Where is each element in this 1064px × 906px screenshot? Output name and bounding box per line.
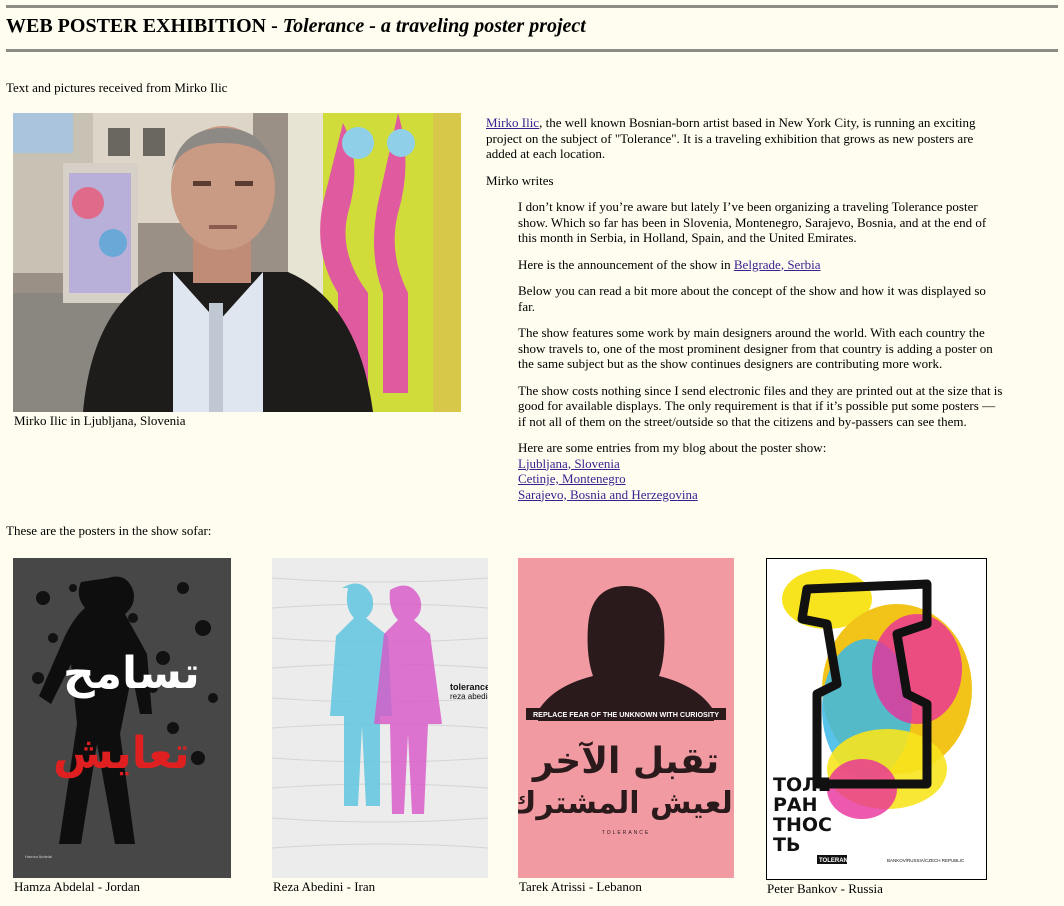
intro-paragraph: Mirko Ilic, the well known Bosnian-born … [486, 115, 976, 161]
svg-text:reza abedini: reza abedini [450, 692, 488, 701]
quote-paragraph-1: I don’t know if you’re aware but lately … [518, 199, 987, 245]
bottom-rule [6, 49, 1058, 52]
quote-paragraph-4: The show features some work by main desi… [518, 325, 993, 371]
quote-block: I don’t know if you’re aware but lately … [518, 199, 1006, 502]
page-title: WEB POSTER EXHIBITION - Tolerance - a tr… [6, 15, 586, 37]
posters-intro: These are the posters in the show sofar: [6, 523, 212, 538]
mirko-writes: Mirko writes [486, 172, 554, 188]
svg-text:tolerance: tolerance [450, 682, 488, 692]
svg-text:BANKOV/RUSSIA/CZECH REPUBLIC: BANKOV/RUSSIA/CZECH REPUBLIC [887, 858, 965, 863]
mirko-ilic-link[interactable]: Mirko Ilic [486, 115, 539, 130]
svg-text:TOLERANCE: TOLERANCE [819, 858, 856, 864]
mirko-photo [13, 113, 461, 412]
svg-text:ТЬ: ТЬ [773, 834, 800, 856]
poster-reza-abedini[interactable]: tolerance reza abedini [272, 558, 488, 878]
svg-text:تسامح: تسامح [63, 648, 200, 699]
poster-tarek-atrissi[interactable]: REPLACE FEAR OF THE UNKNOWN WITH CURIOSI… [518, 558, 734, 878]
svg-text:РАН: РАН [773, 794, 818, 816]
link-cetinje[interactable]: Cetinje, Montenegro [518, 471, 1006, 487]
page: WEB POSTER EXHIBITION - Tolerance - a tr… [0, 0, 1064, 906]
svg-text:العيش المشترك: العيش المشترك [518, 786, 734, 821]
quote-paragraph-5: The show costs nothing since I send elec… [518, 382, 1003, 429]
quote-paragraph-2: Here is the announcement of the show in … [518, 256, 821, 272]
link-sarajevo[interactable]: Sarajevo, Bosnia and Herzegovina [518, 487, 1006, 503]
svg-text:Hamza Abdelal: Hamza Abdelal [25, 854, 52, 859]
top-rule [6, 5, 1058, 8]
poster-caption-3: Tarek Atrissi - Lebanon [519, 879, 642, 894]
belgrade-serbia-link[interactable]: Belgrade, Serbia [734, 257, 821, 272]
svg-text:ТОЛЕ: ТОЛЕ [773, 774, 831, 796]
svg-text:REPLACE FEAR OF THE UNKNOWN WI: REPLACE FEAR OF THE UNKNOWN WITH CURIOSI… [533, 710, 719, 719]
quote-paragraph-3: Below you can read a bit more about the … [518, 283, 986, 314]
svg-text:تعايش: تعايش [53, 728, 190, 779]
poster-caption-4: Peter Bankov - Russia [767, 881, 883, 896]
link-ljubljana[interactable]: Ljubljana, Slovenia [518, 456, 1006, 472]
svg-text:تقبل الآخر: تقبل الآخر [531, 740, 719, 782]
blog-links: Ljubljana, Slovenia Cetinje, Montenegro … [518, 456, 1006, 503]
quote-paragraph-6: Here are some entries from my blog about… [518, 440, 1006, 502]
credit-text: Text and pictures received from Mirko Il… [6, 80, 228, 95]
photo-caption: Mirko Ilic in Ljubljana, Slovenia [14, 413, 186, 428]
article-body: Mirko Ilic, the well known Bosnian-born … [486, 115, 1006, 513]
poster-hamza-abdelal[interactable]: تسامح تعايش Hamza Abdelal [13, 558, 231, 878]
poster-caption-2: Reza Abedini - Iran [273, 879, 376, 894]
poster-peter-bankov[interactable]: ТОЛЕ РАН ТНОС ТЬ TOLERANCE BANKOV/RUSSIA… [766, 558, 987, 880]
svg-text:TOLERANCE: TOLERANCE [602, 830, 650, 836]
svg-text:ТНОС: ТНОС [773, 814, 832, 836]
poster-caption-1: Hamza Abdelal - Jordan [14, 879, 140, 894]
